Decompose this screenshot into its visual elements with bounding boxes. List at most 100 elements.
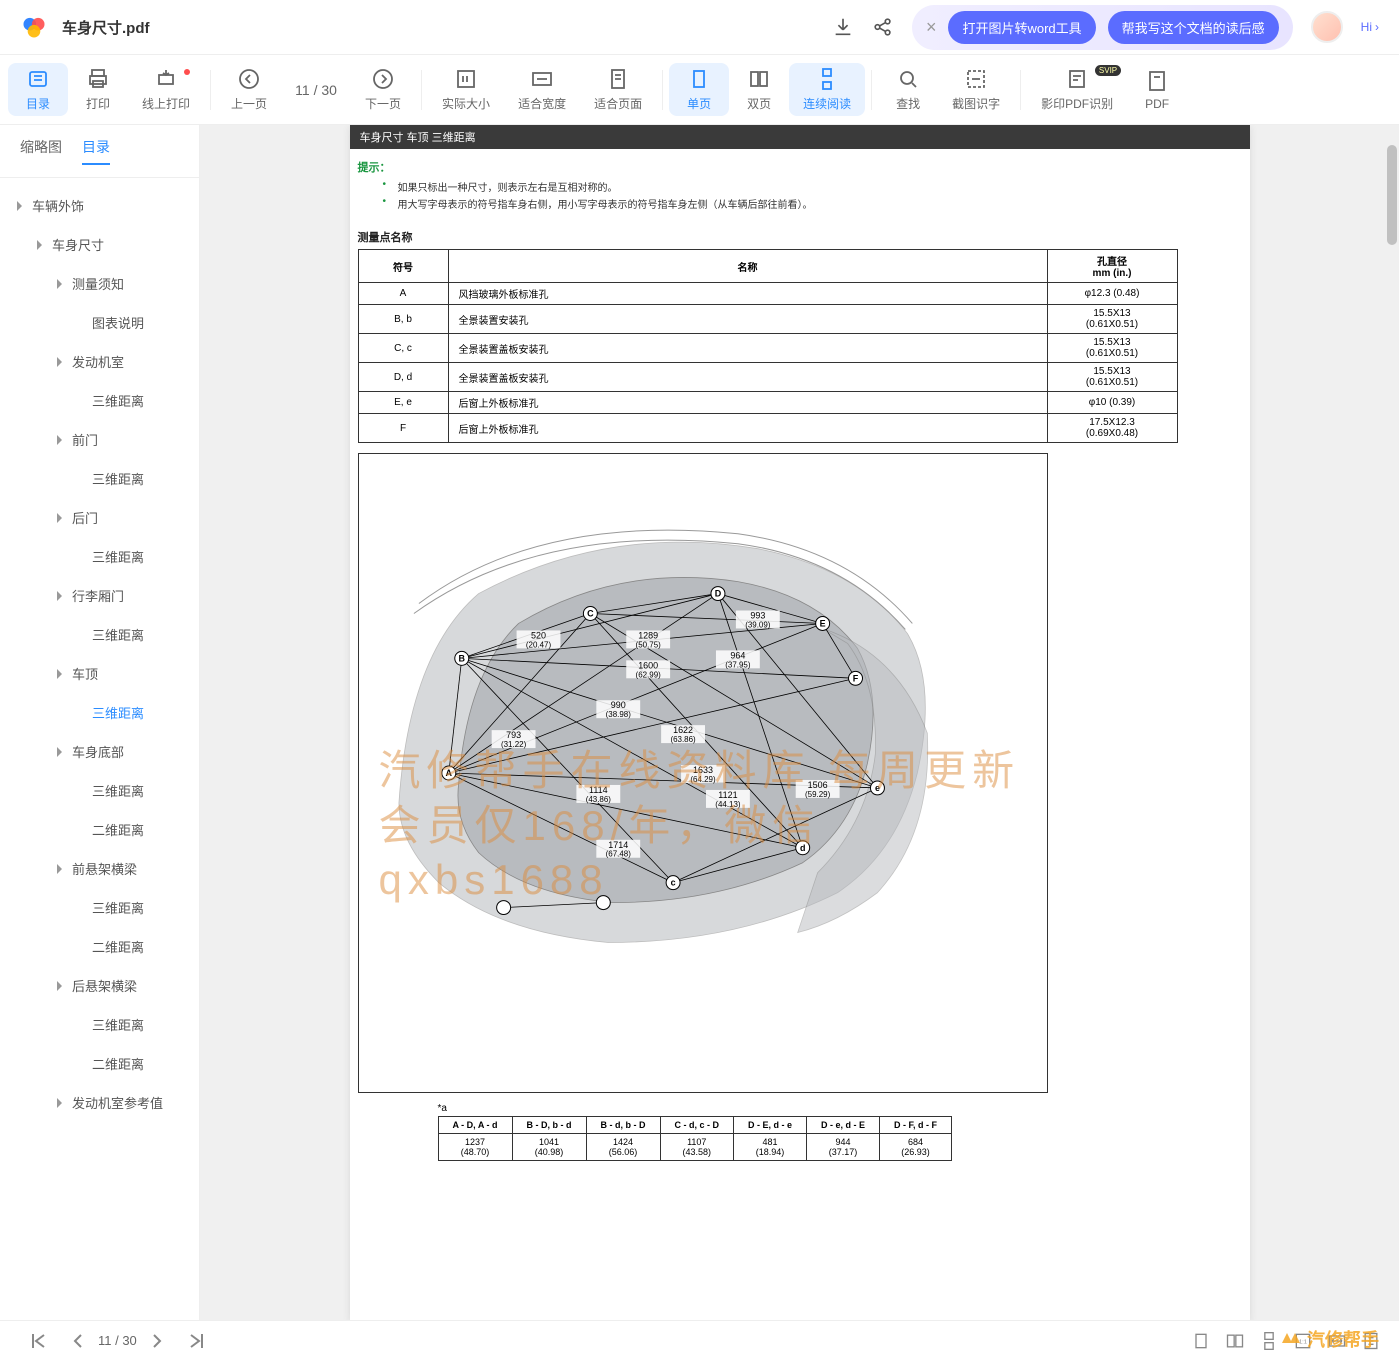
page-section-header: 车身尺寸 车顶 三维距离 <box>350 125 1250 149</box>
tree-item[interactable]: 三维距离 <box>0 615 199 654</box>
svg-text:520: 520 <box>531 630 546 640</box>
share-icon[interactable] <box>872 16 894 38</box>
app-logo <box>20 13 48 41</box>
toolbar-影印PDF识别[interactable]: 影印PDF识别SVIP <box>1027 63 1127 116</box>
toolbar-下一页[interactable]: 下一页 <box>351 63 415 116</box>
toolbar-连续阅读[interactable]: 连续阅读 <box>789 63 865 116</box>
svg-text:1633: 1633 <box>693 765 713 775</box>
distance-table: A - D, A - dB - D, b - dB - d, b - DC - … <box>438 1116 953 1161</box>
tree-item[interactable]: 前门 <box>0 420 199 459</box>
document-viewport[interactable]: 车身尺寸 车顶 三维距离 提示： 如果只标出一种尺寸，则表示左右是互相对称的。 … <box>200 125 1399 1320</box>
brand-watermark: 汽修帮手 <box>1279 1326 1379 1352</box>
page-indicator: 11 / 30 <box>98 1333 137 1348</box>
svg-text:(20.47): (20.47) <box>525 640 551 649</box>
svg-text:1121: 1121 <box>718 790 737 800</box>
svg-text:c: c <box>670 878 675 888</box>
tree-item[interactable]: 发动机室 <box>0 342 199 381</box>
toolbar-上一页[interactable]: 上一页 <box>217 63 281 116</box>
svg-text:1714: 1714 <box>608 840 628 850</box>
table-title: 测量点名称 <box>358 229 1242 245</box>
svg-text:E: E <box>819 618 825 628</box>
prev-page-icon[interactable] <box>66 1329 90 1353</box>
tab-thumbnails[interactable]: 缩略图 <box>20 137 62 165</box>
svg-text:d: d <box>799 843 804 853</box>
tree-item[interactable]: 行李厢门 <box>0 576 199 615</box>
tree-item[interactable]: 车辆外饰 <box>0 186 199 225</box>
svg-text:(63.86): (63.86) <box>670 735 696 744</box>
tree-item[interactable]: 后悬架横梁 <box>0 966 199 1005</box>
toolbar-线上打印[interactable]: 线上打印 <box>128 63 204 116</box>
tree-item[interactable]: 三维距离 <box>0 771 199 810</box>
tree-item[interactable]: 二维距离 <box>0 1044 199 1083</box>
svg-text:C: C <box>587 608 594 618</box>
next-page-icon[interactable] <box>145 1329 169 1353</box>
svg-text:B: B <box>458 653 465 663</box>
promo-button-2[interactable]: 帮我写这个文档的读后感 <box>1108 11 1279 44</box>
promo-banner: × 打开图片转word工具 帮我写这个文档的读后感 <box>912 5 1293 50</box>
hi-label[interactable]: Hi› <box>1361 20 1379 34</box>
view-continuous-icon[interactable] <box>1259 1331 1279 1351</box>
page-input[interactable]: 11 / 30 <box>281 82 351 98</box>
footnote-marker: *a <box>438 1103 1242 1114</box>
toolbar-实际大小[interactable]: 实际大小 <box>428 63 504 116</box>
svg-text:(31.22): (31.22) <box>500 740 526 749</box>
tree-item[interactable]: 三维距离 <box>0 888 199 927</box>
svg-text:1622: 1622 <box>673 725 693 735</box>
tree-item[interactable]: 三维距离 <box>0 459 199 498</box>
document-title: 车身尺寸.pdf <box>62 17 150 38</box>
scroll-thumb[interactable] <box>1387 145 1397 245</box>
svg-text:1600: 1600 <box>638 660 658 670</box>
tree-item[interactable]: 前悬架横梁 <box>0 849 199 888</box>
hint-list: 如果只标出一种尺寸，则表示左右是互相对称的。 用大写字母表示的符号指车身右侧，用… <box>358 179 1242 211</box>
toolbar-单页[interactable]: 单页 <box>669 63 729 116</box>
tree-item[interactable]: 二维距离 <box>0 810 199 849</box>
tree-item[interactable]: 三维距离 <box>0 537 199 576</box>
svg-text:1114: 1114 <box>589 785 608 795</box>
svg-text:(43.86): (43.86) <box>585 795 611 804</box>
svg-text:(44.13): (44.13) <box>715 800 741 809</box>
svg-text:964: 964 <box>730 650 745 660</box>
toolbar-打印[interactable]: 打印 <box>68 63 128 116</box>
toolbar-目录[interactable]: 目录 <box>8 63 68 116</box>
tree-item[interactable]: 发动机室参考值 <box>0 1083 199 1122</box>
tree-item[interactable]: 测量须知 <box>0 264 199 303</box>
toolbar-双页[interactable]: 双页 <box>729 63 789 116</box>
svg-text:990: 990 <box>610 700 625 710</box>
svg-text:1289: 1289 <box>638 630 658 640</box>
close-icon[interactable]: × <box>926 17 937 38</box>
scrollbar[interactable] <box>1385 125 1399 1320</box>
tree-item[interactable]: 后门 <box>0 498 199 537</box>
svg-text:(62.99): (62.99) <box>635 670 661 679</box>
toolbar-截图识字[interactable]: 截图识字 <box>938 63 1014 116</box>
tree-item[interactable]: 三维距离 <box>0 381 199 420</box>
tree-item[interactable]: 图表说明 <box>0 303 199 342</box>
view-double-icon[interactable] <box>1225 1331 1245 1351</box>
toolbar-查找[interactable]: 查找 <box>878 63 938 116</box>
download-icon[interactable] <box>832 16 854 38</box>
tree-item[interactable]: 三维距离 <box>0 1005 199 1044</box>
measurement-points-table: 符号名称孔直径mm (in.) A风挡玻璃外板标准孔φ12.3 (0.48)B,… <box>358 249 1178 443</box>
toolbar-PDF[interactable]: PDF <box>1127 65 1187 115</box>
svg-text:993: 993 <box>750 610 765 620</box>
last-page-icon[interactable] <box>185 1329 209 1353</box>
tree-item[interactable]: 车顶 <box>0 654 199 693</box>
tree-item[interactable]: 车身底部 <box>0 732 199 771</box>
toolbar: 目录打印线上打印上一页11 / 30下一页实际大小适合宽度适合页面单页双页连续阅… <box>0 55 1399 125</box>
svg-text:(38.98): (38.98) <box>605 710 631 719</box>
toolbar-适合页面[interactable]: 适合页面 <box>580 63 656 116</box>
view-single-icon[interactable] <box>1191 1331 1211 1351</box>
outline-tree: 车辆外饰车身尺寸测量须知图表说明发动机室三维距离前门三维距离后门三维距离行李厢门… <box>0 178 199 1130</box>
pdf-page: 车身尺寸 车顶 三维距离 提示： 如果只标出一种尺寸，则表示左右是互相对称的。 … <box>350 125 1250 1320</box>
user-avatar[interactable] <box>1311 11 1343 43</box>
svg-text:(50.75): (50.75) <box>635 640 661 649</box>
status-bar: 11 / 30 1:1 <box>0 1320 1399 1360</box>
promo-button-1[interactable]: 打开图片转word工具 <box>948 11 1095 44</box>
tab-outline[interactable]: 目录 <box>82 137 110 165</box>
tree-item[interactable]: 二维距离 <box>0 927 199 966</box>
tree-item[interactable]: 三维距离 <box>0 693 199 732</box>
tree-item[interactable]: 车身尺寸 <box>0 225 199 264</box>
svg-text:A: A <box>445 768 452 778</box>
toolbar-适合宽度[interactable]: 适合宽度 <box>504 63 580 116</box>
svg-text:1506: 1506 <box>807 780 827 790</box>
first-page-icon[interactable] <box>26 1329 50 1353</box>
